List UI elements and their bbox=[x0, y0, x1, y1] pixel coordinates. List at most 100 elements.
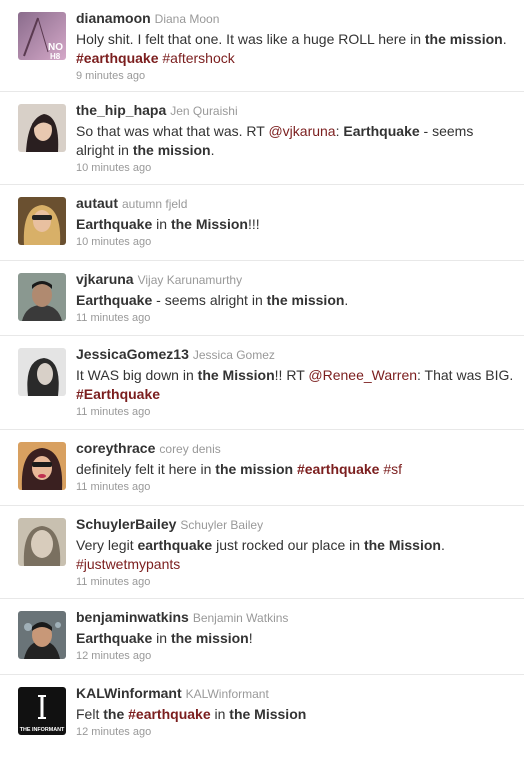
keyword-highlight: the mission bbox=[132, 142, 211, 158]
keyword-highlight: the mission bbox=[215, 461, 294, 477]
mention-link[interactable]: @Renee_Warren bbox=[308, 367, 417, 383]
keyword-highlight: the Mission bbox=[197, 367, 275, 383]
keyword-highlight: the Mission bbox=[170, 216, 248, 232]
fullname: Jessica Gomez bbox=[192, 348, 275, 362]
avatar[interactable] bbox=[18, 273, 66, 321]
fullname: Jen Quraishi bbox=[170, 104, 238, 118]
fullname: corey denis bbox=[159, 442, 221, 456]
avatar[interactable] bbox=[18, 442, 66, 490]
tweet-text: Very legit earthquake just rocked our pl… bbox=[76, 536, 514, 574]
tweet: JessicaGomez13 Jessica Gomez It WAS big d… bbox=[0, 336, 524, 430]
keyword-highlight: the mission bbox=[170, 630, 249, 646]
text-segment: - seems alright in bbox=[152, 292, 267, 308]
username[interactable]: KALWinformant bbox=[76, 685, 182, 701]
text-segment: . bbox=[344, 292, 349, 308]
avatar-photo-icon bbox=[18, 518, 66, 566]
keyword-highlight: Earthquake bbox=[76, 216, 153, 232]
keyword-highlight: the bbox=[103, 706, 125, 722]
keyword-highlight: the mission bbox=[266, 292, 345, 308]
svg-text:H8: H8 bbox=[50, 52, 61, 60]
text-segment: just rocked our place in bbox=[212, 537, 364, 553]
text-segment: . bbox=[210, 142, 215, 158]
tweet: the_hip_hapa Jen Quraishi So that was wha… bbox=[0, 92, 524, 185]
avatar-photo-icon bbox=[18, 442, 66, 490]
mention-link[interactable]: @vjkaruna bbox=[268, 123, 335, 139]
timestamp[interactable]: 12 minutes ago bbox=[76, 649, 514, 663]
username[interactable]: vjkaruna bbox=[76, 271, 134, 287]
timestamp[interactable]: 11 minutes ago bbox=[76, 311, 514, 325]
avatar[interactable] bbox=[18, 197, 66, 245]
timestamp[interactable]: 10 minutes ago bbox=[76, 235, 514, 249]
text-segment: Felt bbox=[76, 706, 104, 722]
fullname: KALWinformant bbox=[185, 687, 269, 701]
tweet-text: Earthquake in the Mission!!! bbox=[76, 215, 514, 234]
text-segment: . bbox=[440, 537, 445, 553]
username[interactable]: coreythrace bbox=[76, 440, 155, 456]
tweet-text: Earthquake in the mission! bbox=[76, 629, 514, 648]
avatar-photo-icon: NO H8 bbox=[18, 12, 66, 60]
hashtag-link[interactable]: #aftershock bbox=[162, 50, 234, 66]
text-segment: definitely felt it here in bbox=[76, 461, 216, 477]
username[interactable]: the_hip_hapa bbox=[76, 102, 166, 118]
avatar-photo-icon bbox=[18, 348, 66, 396]
hashtag-link[interactable]: #earthquake bbox=[76, 50, 158, 66]
fullname: Schuyler Bailey bbox=[180, 518, 264, 532]
timestamp[interactable]: 11 minutes ago bbox=[76, 480, 514, 494]
tweet-text: Earthquake - seems alright in the missio… bbox=[76, 291, 514, 310]
keyword-highlight: the mission bbox=[424, 31, 503, 47]
fullname: Diana Moon bbox=[154, 12, 220, 26]
avatar-photo-icon bbox=[18, 104, 66, 152]
tweet: autaut autumn fjeld Earthquake in the Mis… bbox=[0, 185, 524, 261]
keyword-highlight: the Mission bbox=[363, 537, 441, 553]
avatar[interactable] bbox=[18, 348, 66, 396]
hashtag-link[interactable]: #sf bbox=[383, 461, 402, 477]
avatar[interactable]: THE INFORMANT bbox=[18, 687, 66, 735]
text-segment: in bbox=[152, 630, 171, 646]
tweet: coreythrace corey denis definitely felt i… bbox=[0, 430, 524, 506]
keyword-highlight: Earthquake bbox=[343, 123, 420, 139]
tweet: SchuylerBailey Schuyler Bailey Very legit… bbox=[0, 506, 524, 599]
timestamp[interactable]: 11 minutes ago bbox=[76, 405, 514, 419]
username[interactable]: JessicaGomez13 bbox=[76, 346, 189, 362]
text-segment: : That was BIG. bbox=[417, 367, 514, 383]
tweet: vjkaruna Vijay Karunamurthy Earthquake - … bbox=[0, 261, 524, 336]
text-segment: . bbox=[502, 31, 507, 47]
username[interactable]: autaut bbox=[76, 195, 118, 211]
tweet: NO H8 dianamoon Diana Moon Holy shit. I f… bbox=[0, 0, 524, 92]
avatar[interactable] bbox=[18, 611, 66, 659]
timestamp[interactable]: 9 minutes ago bbox=[76, 69, 514, 83]
text-segment: So that was what that was. RT bbox=[76, 123, 269, 139]
fullname: autumn fjeld bbox=[122, 197, 188, 211]
tweet-text: definitely felt it here in the mission #… bbox=[76, 460, 514, 479]
text-segment: ! bbox=[248, 630, 253, 646]
hashtag-link[interactable]: #earthquake bbox=[128, 706, 210, 722]
avatar-logo-icon: THE INFORMANT bbox=[18, 687, 66, 735]
avatar[interactable] bbox=[18, 104, 66, 152]
username[interactable]: benjaminwatkins bbox=[76, 609, 189, 625]
keyword-highlight: Earthquake bbox=[76, 630, 153, 646]
avatar-label: THE INFORMANT bbox=[20, 727, 65, 733]
avatar-photo-icon bbox=[18, 273, 66, 321]
text-segment: Very legit bbox=[76, 537, 138, 553]
username[interactable]: dianamoon bbox=[76, 10, 151, 26]
avatar[interactable]: NO H8 bbox=[18, 12, 66, 60]
text-segment: It WAS big down in bbox=[76, 367, 198, 383]
tweet-text: Felt the #earthquake in the Mission bbox=[76, 705, 514, 724]
tweet-text: It WAS big down in the Mission!! RT @Ren… bbox=[76, 366, 514, 404]
keyword-highlight: the Mission bbox=[229, 706, 307, 722]
text-segment: !!! bbox=[247, 216, 260, 232]
avatar-photo-icon bbox=[18, 197, 66, 245]
hashtag-link[interactable]: #Earthquake bbox=[76, 386, 160, 402]
text-segment: !! RT bbox=[274, 367, 309, 383]
timestamp[interactable]: 11 minutes ago bbox=[76, 575, 514, 589]
keyword-highlight: earthquake bbox=[137, 537, 213, 553]
username[interactable]: SchuylerBailey bbox=[76, 516, 176, 532]
avatar[interactable] bbox=[18, 518, 66, 566]
hashtag-link[interactable]: #justwetmypants bbox=[76, 556, 180, 572]
timestamp[interactable]: 10 minutes ago bbox=[76, 161, 514, 175]
fullname: Vijay Karunamurthy bbox=[137, 273, 243, 287]
hashtag-link[interactable]: #earthquake bbox=[297, 461, 379, 477]
timestamp[interactable]: 12 minutes ago bbox=[76, 725, 514, 739]
text-segment: in bbox=[152, 216, 171, 232]
tweet-text: So that was what that was. RT @vjkaruna:… bbox=[76, 122, 514, 160]
